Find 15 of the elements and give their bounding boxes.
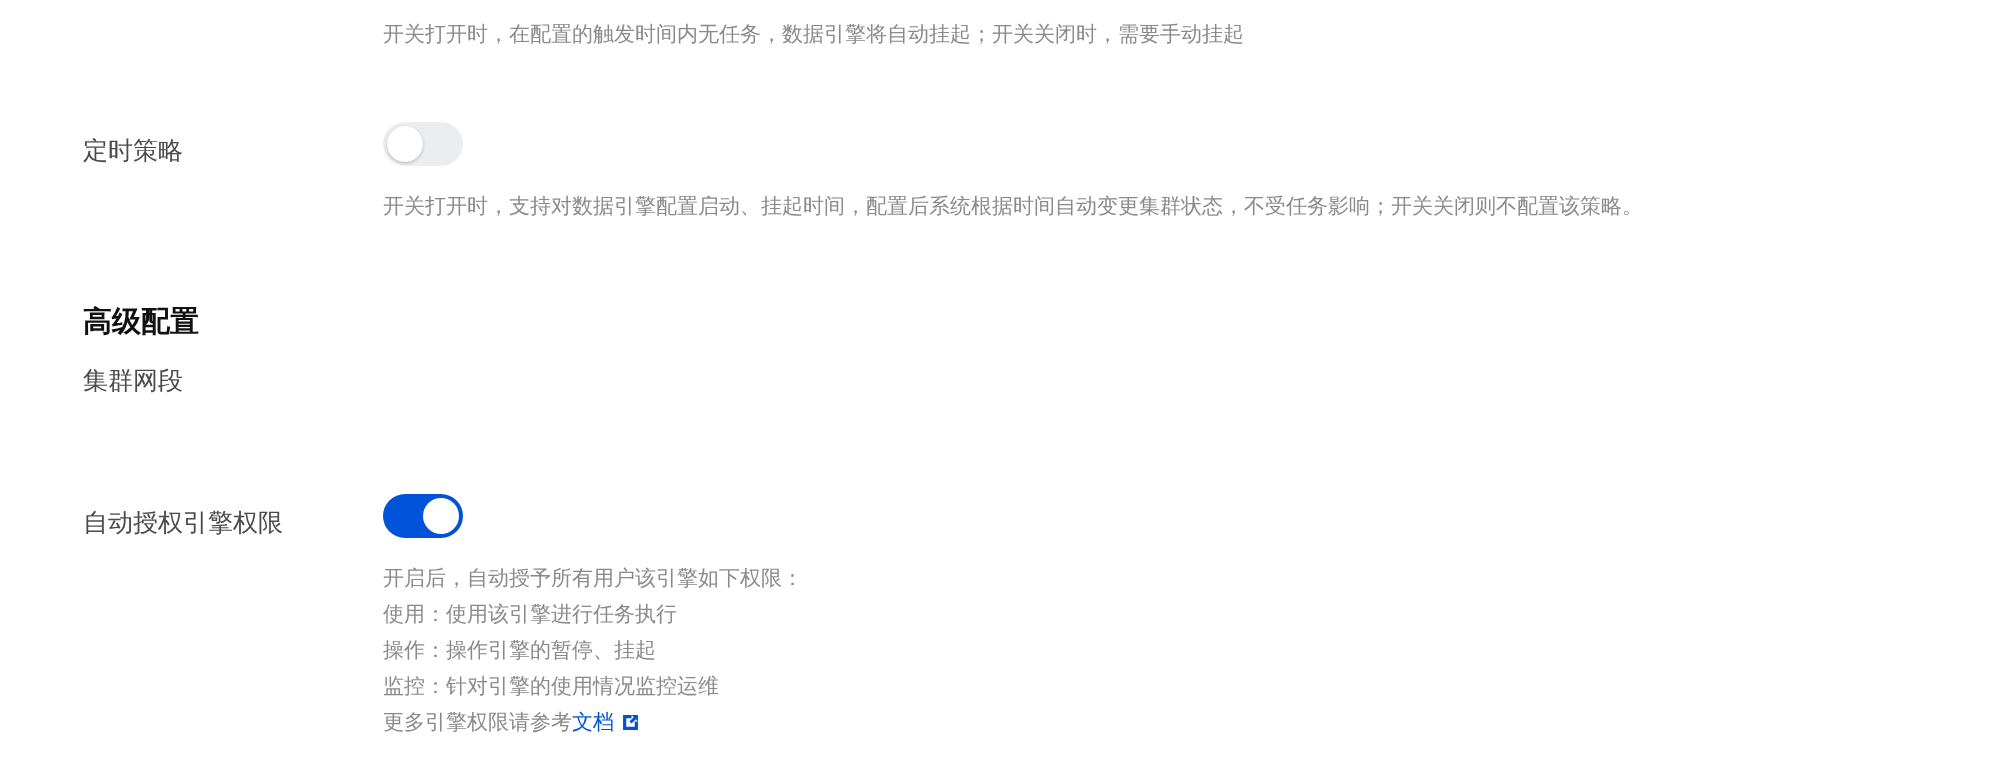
field-label: 集群网段 xyxy=(83,366,183,395)
external-link-icon[interactable] xyxy=(622,713,639,731)
toggle-switch[interactable] xyxy=(383,122,463,166)
docs-link[interactable]: 文档 xyxy=(572,704,614,740)
description-text: 开关打开时，支持对数据引擎配置启动、挂起时间，配置后系统根据时间自动变更集群状态，不受任务影响；开关关闭则不配置该策略。 xyxy=(383,193,1643,220)
description-text: 监控：针对引擎的使用情况监控运维 xyxy=(383,673,719,700)
description-text: 更多引擎权限请参考 xyxy=(383,709,572,736)
field-label: 定时策略 xyxy=(83,136,183,165)
description-text: 开关打开时，在配置的触发时间内无任务，数据引擎将自动挂起；开关关闭时，需要手动挂起 xyxy=(383,21,1244,48)
toggle-switch[interactable] xyxy=(383,494,463,538)
section-heading: 高级配置 xyxy=(83,304,199,338)
description-text: 操作：操作引擎的暂停、挂起 xyxy=(383,637,656,664)
field-label: 自动授权引擎权限 xyxy=(83,508,283,537)
description-text: 开启后，自动授予所有用户该引擎如下权限： xyxy=(383,565,803,592)
description-text: 使用：使用该引擎进行任务执行 xyxy=(383,601,677,628)
